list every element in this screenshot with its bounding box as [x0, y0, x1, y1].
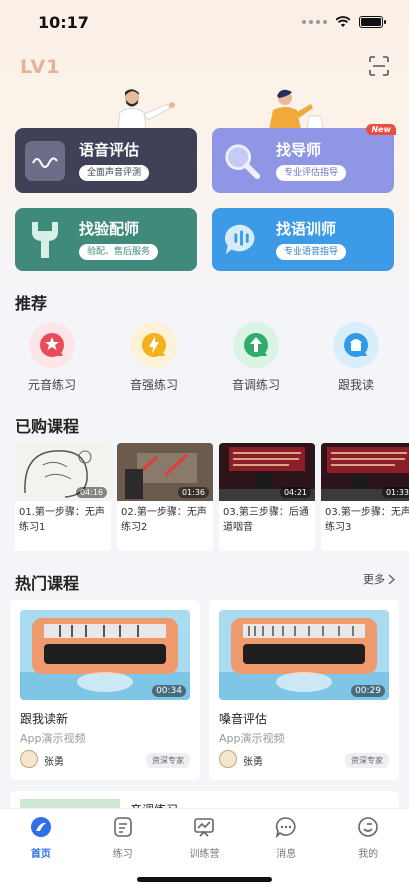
tab-label: 训练营 — [189, 849, 220, 860]
battery-icon — [359, 16, 386, 28]
recommend-label: 元音练习 — [27, 378, 76, 392]
recommend-label: 跟我读 — [337, 378, 374, 392]
pitch-icon — [233, 322, 279, 368]
recommend-item-intensity[interactable]: 音强练习 — [118, 322, 190, 393]
purchased-course-card[interactable]: 01:36 02.第一步骤：无声练习2 — [117, 443, 213, 551]
camp-icon — [192, 815, 216, 839]
scan-icon[interactable] — [369, 56, 389, 76]
course-title: 03.第一步骤：无声练习3 — [325, 507, 409, 533]
expert-badge: 资深专家 — [146, 753, 190, 768]
course-thumbnail: 04:21 — [219, 443, 315, 501]
hot-course-duration: 00:29 — [351, 685, 385, 697]
recommend-item-read-along[interactable]: 跟我读 — [320, 322, 392, 393]
voice-assessment-card[interactable]: 语音评估 全面声音评测 — [15, 128, 197, 193]
course-title: 01.第一步骤：无声练习1 — [19, 507, 105, 533]
tab-profile[interactable]: 我的 — [327, 815, 409, 891]
card-title: 找验配师 — [79, 220, 140, 238]
speech-bubble-icon — [222, 220, 262, 260]
course-duration: 04:16 — [75, 487, 107, 498]
card-pill: 专业语音指导 — [276, 244, 347, 260]
card-pill: 全面声音评测 — [79, 165, 150, 181]
course-thumbnail: 01:33 — [321, 443, 409, 501]
tab-label: 练习 — [112, 849, 133, 860]
more-link[interactable]: 更多 — [363, 571, 395, 587]
practice-icon — [111, 815, 135, 839]
hot-course-duration: 00:34 — [152, 685, 186, 697]
hot-course-subtitle: App演示视频 — [20, 732, 86, 745]
recommend-item-pitch[interactable]: 音调练习 — [220, 322, 292, 393]
author-name: 张勇 — [243, 757, 263, 768]
tab-label: 消息 — [276, 849, 297, 860]
find-mentor-card[interactable]: New 找导师 专业评估指导 — [212, 124, 396, 193]
card-title: 语音评估 — [79, 141, 140, 159]
purchased-course-card[interactable]: 04:16 01.第一步骤：无声练习1 — [15, 443, 111, 551]
course-title: 02.第一步骤：无声练习2 — [121, 507, 207, 533]
waveform-icon — [25, 140, 65, 181]
wrench-icon — [25, 220, 65, 260]
course-title: 03.第三步骤：后通道咽音 — [223, 507, 309, 533]
course-duration: 01:33 — [381, 487, 409, 498]
author-name: 张勇 — [44, 757, 64, 768]
card-pill: 专业评估指导 — [276, 165, 347, 181]
course-thumbnail: 04:16 — [15, 443, 111, 501]
mentor-illustration — [117, 89, 175, 130]
tab-home[interactable]: 首页 — [0, 815, 82, 891]
hot-course-card[interactable]: 00:29 嗓音评估 App演示视频 张勇 资深专家 — [209, 600, 399, 780]
section-title-recommend: 推荐 — [15, 294, 48, 313]
status-icons — [302, 16, 386, 28]
home-indicator — [137, 877, 272, 882]
more-label: 更多 — [363, 573, 385, 586]
profile-icon — [356, 815, 380, 839]
find-trainer-card[interactable]: 找语训师 专业语音指导 — [212, 208, 394, 271]
vowel-icon — [29, 322, 75, 368]
tab-label: 我的 — [358, 849, 379, 860]
new-badge: New — [366, 124, 396, 135]
recommend-item-vowel[interactable]: 元音练习 — [16, 322, 88, 393]
expert-badge: 资深专家 — [345, 753, 389, 768]
hot-course-subtitle: App演示视频 — [219, 732, 285, 745]
wifi-icon — [335, 16, 351, 27]
hot-course-title: 跟我读新 — [20, 712, 69, 726]
course-thumbnail: 01:36 — [117, 443, 213, 501]
card-pill: 验配、售后服务 — [79, 244, 159, 260]
hot-course-thumbnail: 00:29 — [219, 610, 389, 700]
tab-label: 首页 — [30, 849, 51, 860]
magnifier-icon — [222, 141, 262, 181]
card-title: 找导师 — [276, 141, 322, 159]
intensity-icon — [131, 322, 177, 368]
signal-icon — [302, 20, 327, 24]
recommend-label: 音强练习 — [129, 378, 178, 392]
section-title-purchased: 已购课程 — [15, 417, 80, 436]
message-icon — [274, 815, 298, 839]
purchased-course-card[interactable]: 01:33 03.第一步骤：无声练习3 — [321, 443, 409, 551]
home-icon — [29, 815, 53, 839]
section-title-hot: 热门课程 — [15, 574, 80, 593]
hot-course-title: 嗓音评估 — [219, 712, 268, 726]
purchased-course-card[interactable]: 04:21 03.第三步骤：后通道咽音 — [219, 443, 315, 551]
course-duration: 01:36 — [177, 487, 209, 498]
course-duration: 04:21 — [279, 487, 311, 498]
avatar — [20, 750, 38, 768]
user-level: LV1 — [20, 56, 61, 78]
status-time: 10:17 — [38, 12, 89, 32]
recommend-label: 音调练习 — [231, 378, 280, 392]
card-title: 找语训师 — [276, 220, 337, 238]
find-fitter-card[interactable]: 找验配师 验配、售后服务 — [15, 208, 197, 271]
avatar — [219, 750, 237, 768]
hot-course-card[interactable]: 00:34 跟我读新 App演示视频 张勇 资深专家 — [10, 600, 200, 780]
hot-course-thumbnail: 00:34 — [20, 610, 190, 700]
read-along-icon — [333, 322, 379, 368]
status-bar: 10:17 — [0, 0, 409, 44]
chevron-right-icon — [388, 573, 395, 585]
student-illustration — [269, 89, 324, 130]
